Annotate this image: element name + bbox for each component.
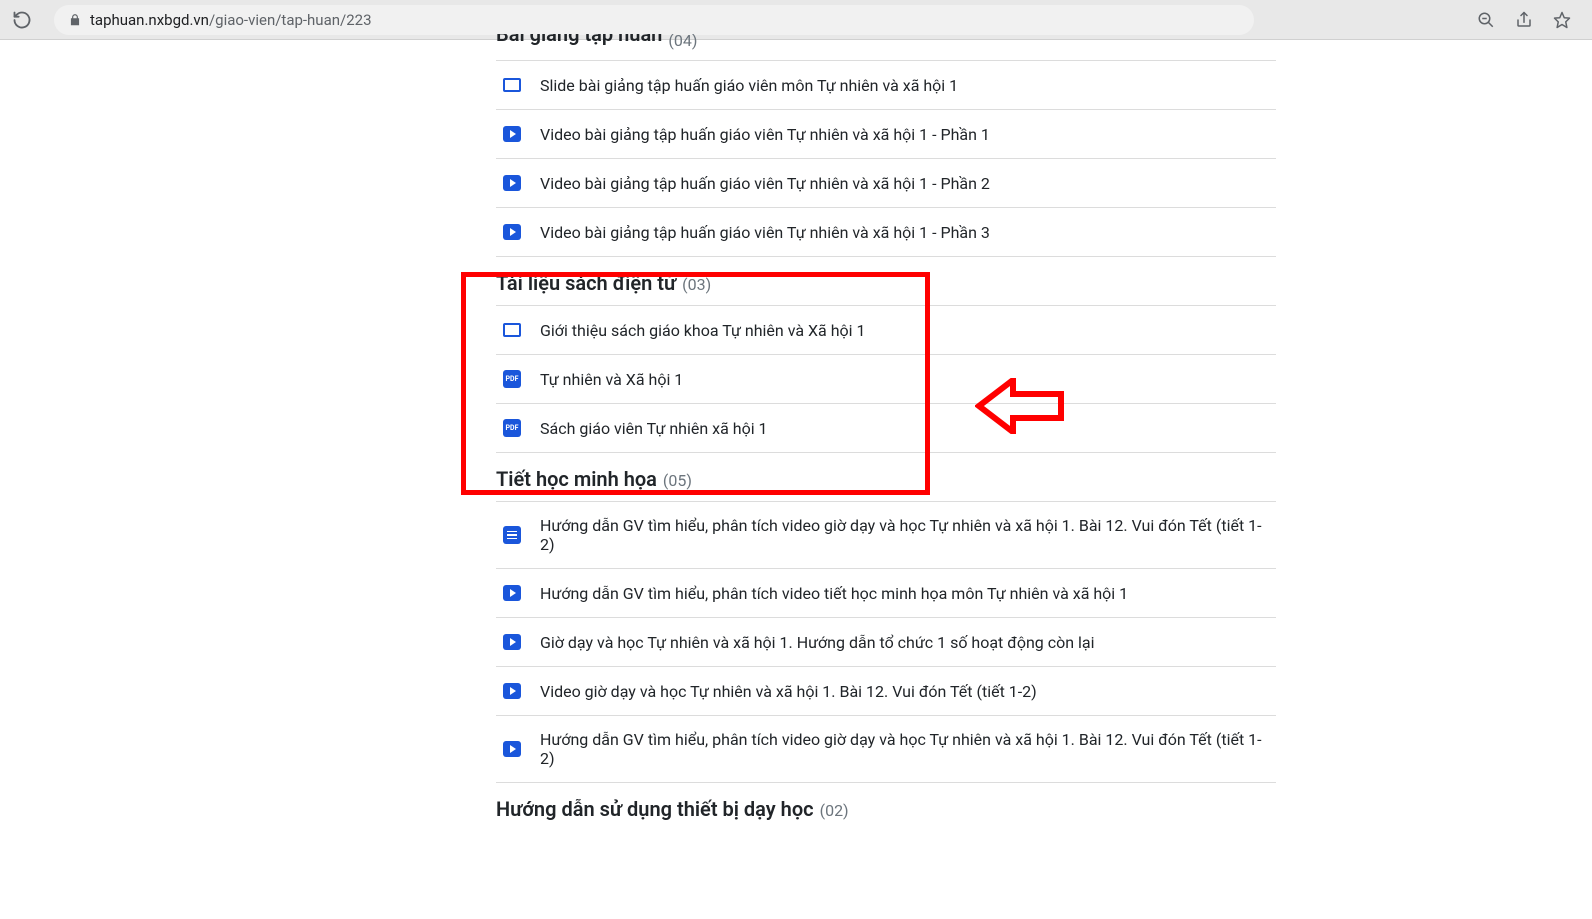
list-item-label: Video bài giảng tập huấn giáo viên Tự nh… [540,174,990,193]
list-item[interactable]: Video bài giảng tập huấn giáo viên Tự nh… [496,208,1276,257]
list-item-label: Giới thiệu sách giáo khoa Tự nhiên và Xã… [540,321,866,340]
section-count: (02) [820,801,849,820]
list-item-label: Sách giáo viên Tự nhiên xã hội 1 [540,419,768,438]
list-item-label: Hướng dẫn GV tìm hiểu, phân tích video g… [540,730,1270,768]
list-item-label: Video bài giảng tập huấn giáo viên Tự nh… [540,125,990,144]
list-item[interactable]: Slide bài giảng tập huấn giáo viên môn T… [496,61,1276,110]
video-icon [502,173,522,193]
list-item[interactable]: Giới thiệu sách giáo khoa Tự nhiên và Xã… [496,306,1276,355]
section-header: Bài giảng tập huấn (04) [496,34,1276,60]
share-icon[interactable] [1514,10,1534,30]
list-item[interactable]: Hướng dẫn GV tìm hiểu, phân tích video t… [496,569,1276,618]
video-icon [502,632,522,652]
list-item-label: Tự nhiên và Xã hội 1 [540,370,683,389]
video-icon [502,222,522,242]
slide-icon [502,320,522,340]
video-icon [502,583,522,603]
list-item[interactable]: PDF Sách giáo viên Tự nhiên xã hội 1 [496,404,1276,453]
section-header: Tiết học minh họa (05) [496,453,1276,501]
section-title: Bài giảng tập huấn [496,34,662,46]
reload-button[interactable] [10,8,34,32]
zoom-icon[interactable] [1476,10,1496,30]
list-item[interactable]: Giờ dạy và học Tự nhiên và xã hội 1. Hướ… [496,618,1276,667]
list-item-label: Giờ dạy và học Tự nhiên và xã hội 1. Hướ… [540,633,1095,652]
pdf-icon: PDF [502,369,522,389]
list-item[interactable]: Video bài giảng tập huấn giáo viên Tự nh… [496,110,1276,159]
section-header: Hướng dẫn sử dụng thiết bị dạy học (02) [496,783,1276,831]
list-item-label: Slide bài giảng tập huấn giáo viên môn T… [540,76,958,95]
section-header: Tài liệu sách điện tử (03) [496,257,1276,305]
slide-icon [502,75,522,95]
lock-icon [68,13,82,27]
list-item[interactable]: Hướng dẫn GV tìm hiểu, phân tích video g… [496,502,1276,569]
section-title: Tiết học minh họa [496,467,657,491]
star-icon[interactable] [1552,10,1572,30]
section-count: (04) [668,34,697,50]
pdf-icon: PDF [502,418,522,438]
list-item[interactable]: Hướng dẫn GV tìm hiểu, phân tích video g… [496,716,1276,783]
page-content: Bài giảng tập huấn (04) Slide bài giảng tậ… [0,34,1592,831]
section-title: Tài liệu sách điện tử [496,271,676,295]
doc-icon [502,525,522,545]
list-item-label: Hướng dẫn GV tìm hiểu, phân tích video g… [540,516,1270,554]
section-title: Hướng dẫn sử dụng thiết bị dạy học [496,797,814,821]
video-icon [502,124,522,144]
list-item-label: Hướng dẫn GV tìm hiểu, phân tích video t… [540,584,1128,603]
section-count: (05) [663,471,692,490]
list-item-label: Video bài giảng tập huấn giáo viên Tự nh… [540,223,990,242]
url-domain: taphuan.nxbgd.vn [90,11,209,29]
list-item[interactable]: Video giờ dạy và học Tự nhiên và xã hội … [496,667,1276,716]
list-item[interactable]: PDF Tự nhiên và Xã hội 1 [496,355,1276,404]
list-item-label: Video giờ dạy và học Tự nhiên và xã hội … [540,682,1037,701]
address-bar[interactable]: taphuan.nxbgd.vn/giao-vien/tap-huan/223 [54,5,1254,35]
video-icon [502,739,522,759]
video-icon [502,681,522,701]
list-item[interactable]: Video bài giảng tập huấn giáo viên Tự nh… [496,159,1276,208]
url-path: /giao-vien/tap-huan/223 [209,11,372,29]
section-count: (03) [682,275,711,294]
